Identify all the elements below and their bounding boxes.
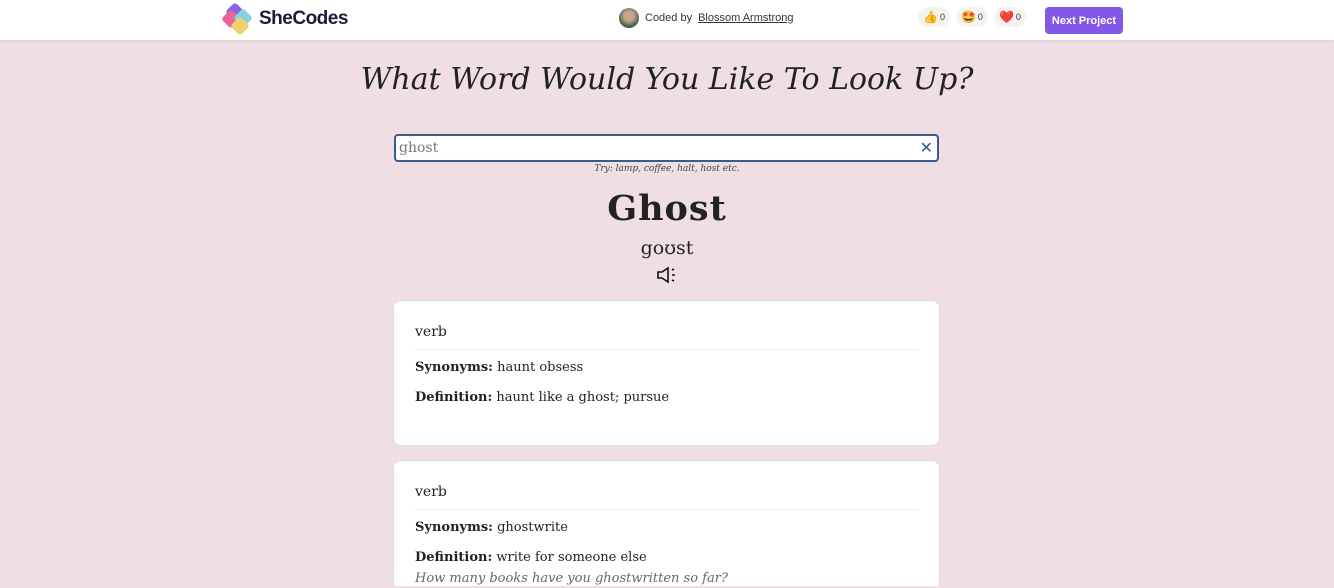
star-eyes-icon: 🤩: [960, 10, 976, 24]
part-of-speech: verb: [415, 301, 918, 350]
brand-name: SheCodes: [259, 8, 348, 29]
reaction-count: 0: [1015, 12, 1021, 22]
heart-icon: ❤️: [998, 10, 1014, 24]
phonetic: goʊst: [640, 237, 694, 259]
synonyms-label: Synonyms:: [415, 520, 493, 535]
part-of-speech: verb: [415, 461, 918, 510]
definition-label: Definition:: [415, 390, 493, 405]
shecodes-logo[interactable]: SheCodes: [221, 2, 348, 36]
search-hint: Try: lamp, coffee, halt, host etc.: [594, 164, 740, 174]
definition: write for someone else: [496, 550, 647, 565]
reactions: 👍 0 🤩 0 ❤️ 0: [918, 7, 1026, 27]
definition-label: Definition:: [415, 550, 493, 565]
next-project-button[interactable]: Next Project: [1045, 7, 1123, 34]
synonyms: haunt obsess: [497, 360, 584, 375]
page-title: What Word Would You Like To Look Up?: [360, 62, 974, 97]
top-bar: SheCodes Coded by Blossom Armstrong 👍 0 🤩…: [0, 0, 1334, 40]
reaction-count: 0: [939, 12, 945, 22]
example: How many books have you ghostwritten so …: [415, 571, 728, 586]
coded-by-label: Coded by: [645, 12, 693, 24]
meaning-card: verb Synonyms: ghostwrite Definition: wr…: [393, 460, 940, 586]
thumbs-up-icon: 👍: [923, 10, 938, 24]
synonyms-label: Synonyms:: [415, 360, 493, 375]
word-heading: Ghost: [607, 188, 727, 229]
avatar: [619, 8, 639, 28]
reaction-heart[interactable]: ❤️ 0: [993, 7, 1026, 27]
author-link[interactable]: Blossom Armstrong: [698, 12, 793, 24]
coded-by: Coded by Blossom Armstrong: [619, 8, 793, 28]
synonyms: ghostwrite: [497, 520, 568, 535]
definition: haunt like a ghost; pursue: [496, 390, 670, 405]
meaning-card: verb Synonyms: haunt obsess Definition: …: [393, 300, 940, 446]
logo-icon: [221, 2, 255, 36]
reaction-star-eyes[interactable]: 🤩 0: [955, 7, 988, 27]
speaker-icon[interactable]: [656, 265, 678, 285]
search-input[interactable]: [396, 136, 896, 160]
reaction-thumbs-up[interactable]: 👍 0: [918, 7, 950, 27]
close-icon[interactable]: ✕: [920, 138, 933, 157]
search-box: ✕: [394, 134, 939, 162]
reaction-count: 0: [977, 12, 983, 22]
